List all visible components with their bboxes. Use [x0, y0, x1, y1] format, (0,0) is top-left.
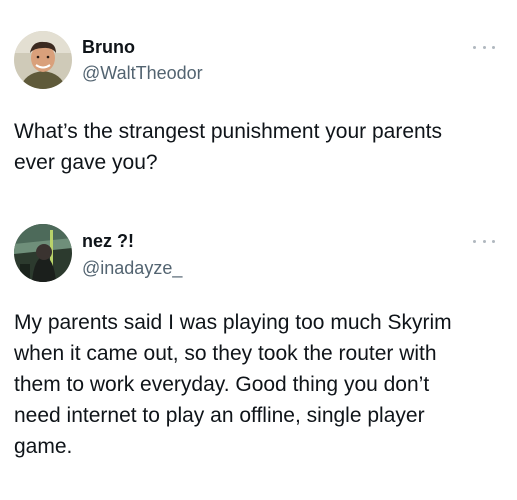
- tweet-text: What’s the strangest punishment your par…: [14, 120, 443, 174]
- author-name[interactable]: nez ?!: [82, 231, 134, 252]
- author-handle[interactable]: @WaltTheodor: [82, 63, 203, 84]
- more-options-icon[interactable]: [473, 42, 495, 52]
- profile-photo-icon: [14, 31, 72, 89]
- avatar[interactable]: [14, 224, 72, 282]
- tweet-reply[interactable]: nez ?! @inadayze_ My parents said I was …: [0, 210, 517, 500]
- tweet-prompt[interactable]: Bruno @WaltTheodor What’s the strangest …: [0, 0, 517, 210]
- tweet-text: My parents said I was playing too much S…: [14, 311, 452, 458]
- more-options-icon[interactable]: [473, 236, 495, 246]
- avatar[interactable]: [14, 31, 72, 89]
- profile-photo-icon: [14, 224, 72, 282]
- author-name[interactable]: Bruno: [82, 37, 135, 58]
- author-handle[interactable]: @inadayze_: [82, 258, 182, 279]
